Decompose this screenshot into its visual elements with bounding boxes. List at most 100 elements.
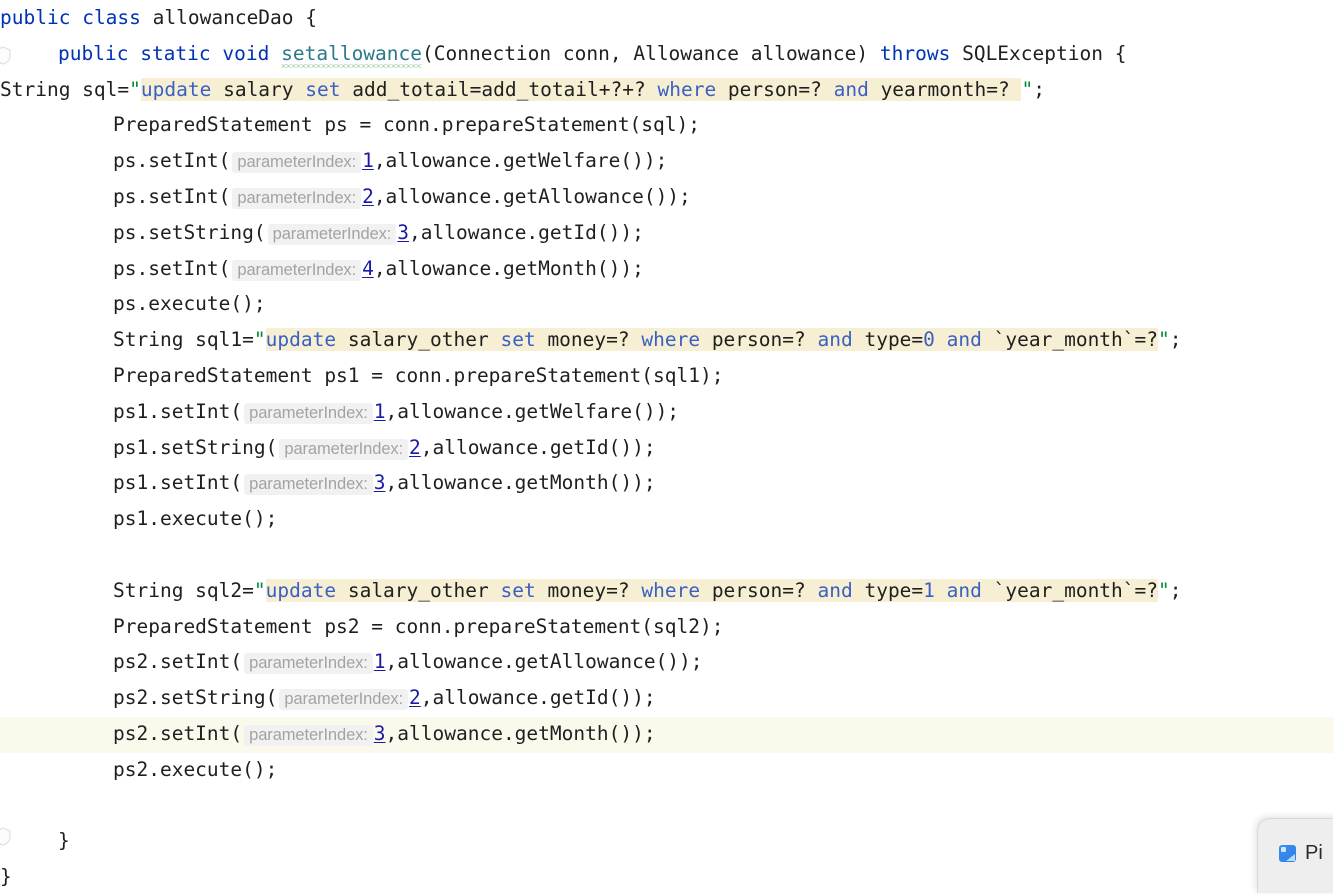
- inlay-parameter-hint[interactable]: parameterIndex:: [232, 187, 362, 209]
- code-token: ps.execute();: [113, 292, 266, 316]
- code-line[interactable]: [0, 788, 1333, 824]
- inlay-parameter-hint[interactable]: parameterIndex:: [244, 724, 373, 746]
- code-token: ,allowance.getId());: [420, 686, 656, 710]
- code-token: public: [58, 41, 129, 65]
- notification-popup-row[interactable]: Pi: [1258, 819, 1333, 865]
- method-name-token[interactable]: setallowance: [281, 41, 423, 68]
- code-token: ": [1158, 328, 1170, 352]
- code-token: allowanceDao {: [140, 6, 318, 29]
- code-token: ps2.setInt(: [113, 721, 243, 745]
- code-line[interactable]: PreparedStatement ps1 = conn.prepareStat…: [0, 358, 1333, 394]
- injected-sql-token: person=?: [700, 328, 818, 352]
- code-token: String sql=: [0, 77, 130, 101]
- code-editor-viewport[interactable]: public class allowanceDao {public static…: [0, 0, 1333, 893]
- code-token: ps.setInt(: [113, 184, 231, 208]
- inlay-parameter-hint[interactable]: parameterIndex:: [244, 653, 373, 675]
- inlay-parameter-hint[interactable]: parameterIndex:: [267, 223, 397, 245]
- injected-sql-token: salary_other: [336, 328, 501, 352]
- code-line[interactable]: ps.execute();: [0, 286, 1333, 322]
- injected-sql-token: where: [657, 77, 717, 101]
- code-line[interactable]: ps.setInt(parameterIndex: 4,allowance.get…: [0, 251, 1333, 287]
- code-line[interactable]: ps.setInt(parameterIndex: 2,allowance.get…: [0, 179, 1333, 215]
- parameter-index-value: 2: [409, 435, 421, 459]
- code-line[interactable]: public class allowanceDao {: [0, 0, 1333, 36]
- code-line[interactable]: }: [0, 823, 1333, 859]
- injected-sql-token: `year_month`=?: [981, 328, 1159, 352]
- parameter-index-value: 1: [362, 149, 374, 173]
- code-line[interactable]: ps.setString(parameterIndex: 3,allowance.…: [0, 215, 1333, 251]
- injected-sql-token: type=: [852, 328, 924, 352]
- parameter-index-value: 1: [373, 399, 386, 423]
- injected-sql-token: yearmonth=?: [868, 77, 1022, 101]
- injected-sql-token: set: [305, 77, 341, 101]
- injected-sql-token: where: [641, 578, 701, 602]
- code-line[interactable]: PreparedStatement ps = conn.prepareState…: [0, 107, 1333, 143]
- injected-sql-token: [934, 328, 947, 352]
- injected-sql-token: person=?: [700, 578, 818, 602]
- code-token: ,allowance.getAllowance());: [385, 650, 703, 674]
- code-line[interactable]: ps2.setInt(parameterIndex: 1,allowance.ge…: [0, 644, 1333, 680]
- method-annotation-shield-icon[interactable]: [0, 46, 11, 65]
- code-token: }: [0, 865, 12, 889]
- code-line[interactable]: PreparedStatement ps2 = conn.prepareStat…: [0, 609, 1333, 645]
- code-token: ps1.execute();: [113, 507, 278, 531]
- parameter-index-value: 1: [373, 650, 386, 674]
- injected-sql-token: and: [833, 77, 869, 101]
- injected-sql-token: 0: [923, 328, 935, 352]
- code-token: SQLException {: [950, 41, 1127, 65]
- code-line[interactable]: String sql2="update salary_other set mon…: [0, 573, 1333, 609]
- code-token: ps.setInt(: [113, 149, 231, 173]
- pictures-image-icon: [1279, 845, 1296, 862]
- code-content[interactable]: public class allowanceDao {public static…: [0, 0, 1333, 895]
- inlay-parameter-hint[interactable]: parameterIndex:: [279, 689, 409, 711]
- code-token: ps.setInt(: [113, 256, 231, 280]
- parameter-index-value: 4: [362, 256, 374, 280]
- code-token: (Connection conn, Allowance allowance): [422, 41, 880, 65]
- inlay-parameter-hint[interactable]: parameterIndex:: [244, 474, 373, 496]
- code-token: ,allowance.getMonth());: [385, 471, 656, 495]
- notification-popup[interactable]: Pi: [1257, 818, 1333, 893]
- code-token: }: [58, 829, 70, 853]
- code-line[interactable]: String sql1="update salary_other set mon…: [0, 322, 1333, 358]
- code-line[interactable]: }: [0, 859, 1333, 895]
- inlay-parameter-hint[interactable]: parameterIndex:: [279, 438, 409, 460]
- code-line[interactable]: ps1.execute();: [0, 501, 1333, 537]
- code-line[interactable]: public static void setallowance(Connecti…: [0, 36, 1333, 72]
- parameter-index-value: 3: [373, 721, 386, 745]
- code-token: void: [222, 41, 270, 65]
- code-token: static: [140, 41, 211, 65]
- code-token: ps2.execute();: [113, 757, 278, 781]
- injected-sql-token: salary_other: [336, 578, 501, 602]
- code-token: ps2.setString(: [113, 686, 278, 710]
- method-annotation-shield-icon[interactable]: [0, 827, 11, 846]
- injected-sql-token: money=?: [535, 328, 642, 352]
- code-token: ,allowance.getId());: [409, 220, 644, 244]
- code-line[interactable]: ps1.setInt(parameterIndex: 1,allowance.ge…: [0, 394, 1333, 430]
- injected-sql-token: and: [817, 578, 853, 602]
- code-line[interactable]: ps2.execute();: [0, 752, 1333, 788]
- code-token: throws: [879, 41, 951, 65]
- code-token: ,allowance.getMonth());: [373, 256, 644, 280]
- code-token: ps1.setInt(: [113, 471, 243, 495]
- code-line[interactable]: [0, 537, 1333, 573]
- inlay-parameter-hint[interactable]: parameterIndex:: [244, 402, 373, 424]
- inlay-parameter-hint[interactable]: parameterIndex:: [232, 259, 362, 281]
- injected-sql-token: person=?: [716, 77, 834, 101]
- parameter-index-value: 3: [373, 471, 386, 495]
- code-line[interactable]: ps2.setInt(parameterIndex: 3,allowance.ge…: [0, 716, 1333, 752]
- code-line[interactable]: ps2.setString(parameterIndex: 2,allowance…: [0, 680, 1333, 716]
- code-line[interactable]: String sql="update salary set add_totail…: [0, 72, 1333, 108]
- code-token: ,allowance.getMonth());: [385, 721, 656, 745]
- code-line[interactable]: ps1.setString(parameterIndex: 2,allowance…: [0, 430, 1333, 466]
- code-token: public: [0, 6, 71, 29]
- injected-sql-token: `year_month`=?: [981, 578, 1159, 602]
- inlay-parameter-hint[interactable]: parameterIndex:: [232, 152, 362, 174]
- code-line[interactable]: ps1.setInt(parameterIndex: 3,allowance.ge…: [0, 465, 1333, 501]
- injected-sql-token: and: [817, 328, 853, 352]
- code-line[interactable]: ps.setInt(parameterIndex: 1,allowance.get…: [0, 143, 1333, 179]
- code-token: PreparedStatement ps = conn.prepareState…: [113, 113, 700, 137]
- injected-sql-token: set: [500, 578, 536, 602]
